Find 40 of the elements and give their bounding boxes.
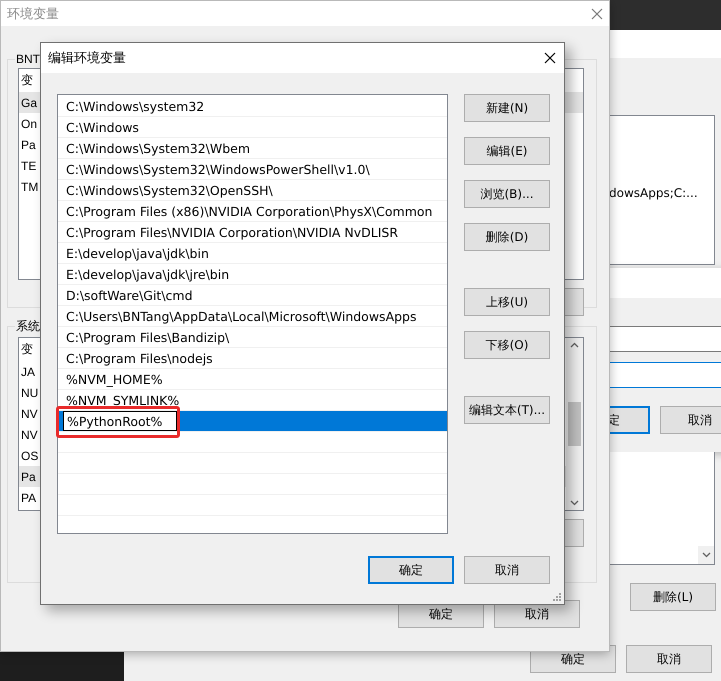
window-title: 编辑环境变量 (48, 50, 126, 67)
edit-field[interactable]: %PythonRoot% (63, 411, 177, 431)
list-text: dowsApps;C:... (608, 186, 699, 200)
action-button[interactable]: 新建(N) (464, 94, 550, 122)
delete-button[interactable]: 删除(L) (630, 583, 716, 611)
list-item[interactable]: %PythonRoot% (58, 411, 447, 432)
scrollbar[interactable] (566, 338, 583, 510)
close-icon[interactable] (544, 52, 556, 64)
list-item[interactable]: C:\Program Files (x86)\NVIDIA Corporation\PhysX\Common (58, 201, 447, 222)
window-title: 环境变量 (7, 6, 59, 22)
list-item[interactable]: C:\Windows (58, 117, 447, 138)
action-button[interactable]: 浏览(B)... (464, 180, 550, 208)
ok-button[interactable]: 确定 (368, 556, 454, 584)
list-item[interactable]: C:\Program Files\Bandizip\ (58, 327, 447, 348)
list-item[interactable]: E:\develop\java\jdk\bin (58, 243, 447, 264)
column-header: 变 (21, 72, 33, 89)
list-item[interactable]: %NVM_HOME% (58, 369, 447, 390)
list-item[interactable]: C:\Users\BNTang\AppData\Local\Microsoft\WindowsApps (58, 306, 447, 327)
group-title: BNT (15, 52, 41, 66)
list-item[interactable]: D:\softWare\Git\cmd (58, 285, 447, 306)
resize-grip-icon[interactable] (553, 593, 562, 602)
scroll-down-icon[interactable] (698, 546, 714, 564)
action-button[interactable]: 下移(O) (464, 331, 550, 359)
list-item[interactable]: E:\develop\java\jdk\jre\bin (58, 264, 447, 285)
cancel-button[interactable]: 取消 (626, 645, 712, 673)
column-header: 变 (21, 341, 33, 358)
cancel-button[interactable]: 取消 (660, 406, 721, 434)
action-button[interactable]: 上移(U) (464, 288, 550, 316)
action-button[interactable]: 编辑文本(T)... (464, 396, 550, 424)
list-item[interactable]: C:\Windows\system32 (58, 96, 447, 117)
list-item[interactable]: C:\Program Files\NVIDIA Corporation\NVIDIA NvDLISR (58, 222, 447, 243)
group-title: 系统 (15, 318, 41, 335)
action-button[interactable]: 编辑(E) (464, 137, 550, 165)
list-item[interactable]: C:\Windows\System32\WindowsPowerShell\v1.0\ (58, 159, 447, 180)
list-item[interactable]: C:\Program Files\nodejs (58, 348, 447, 369)
action-button[interactable]: 删除(D) (464, 223, 550, 251)
list-item[interactable]: C:\Windows\System32\Wbem (58, 138, 447, 159)
scroll-thumb[interactable] (568, 402, 581, 446)
list-item[interactable]: C:\Windows\System32\OpenSSH\ (58, 180, 447, 201)
cancel-button[interactable]: 取消 (464, 556, 550, 584)
